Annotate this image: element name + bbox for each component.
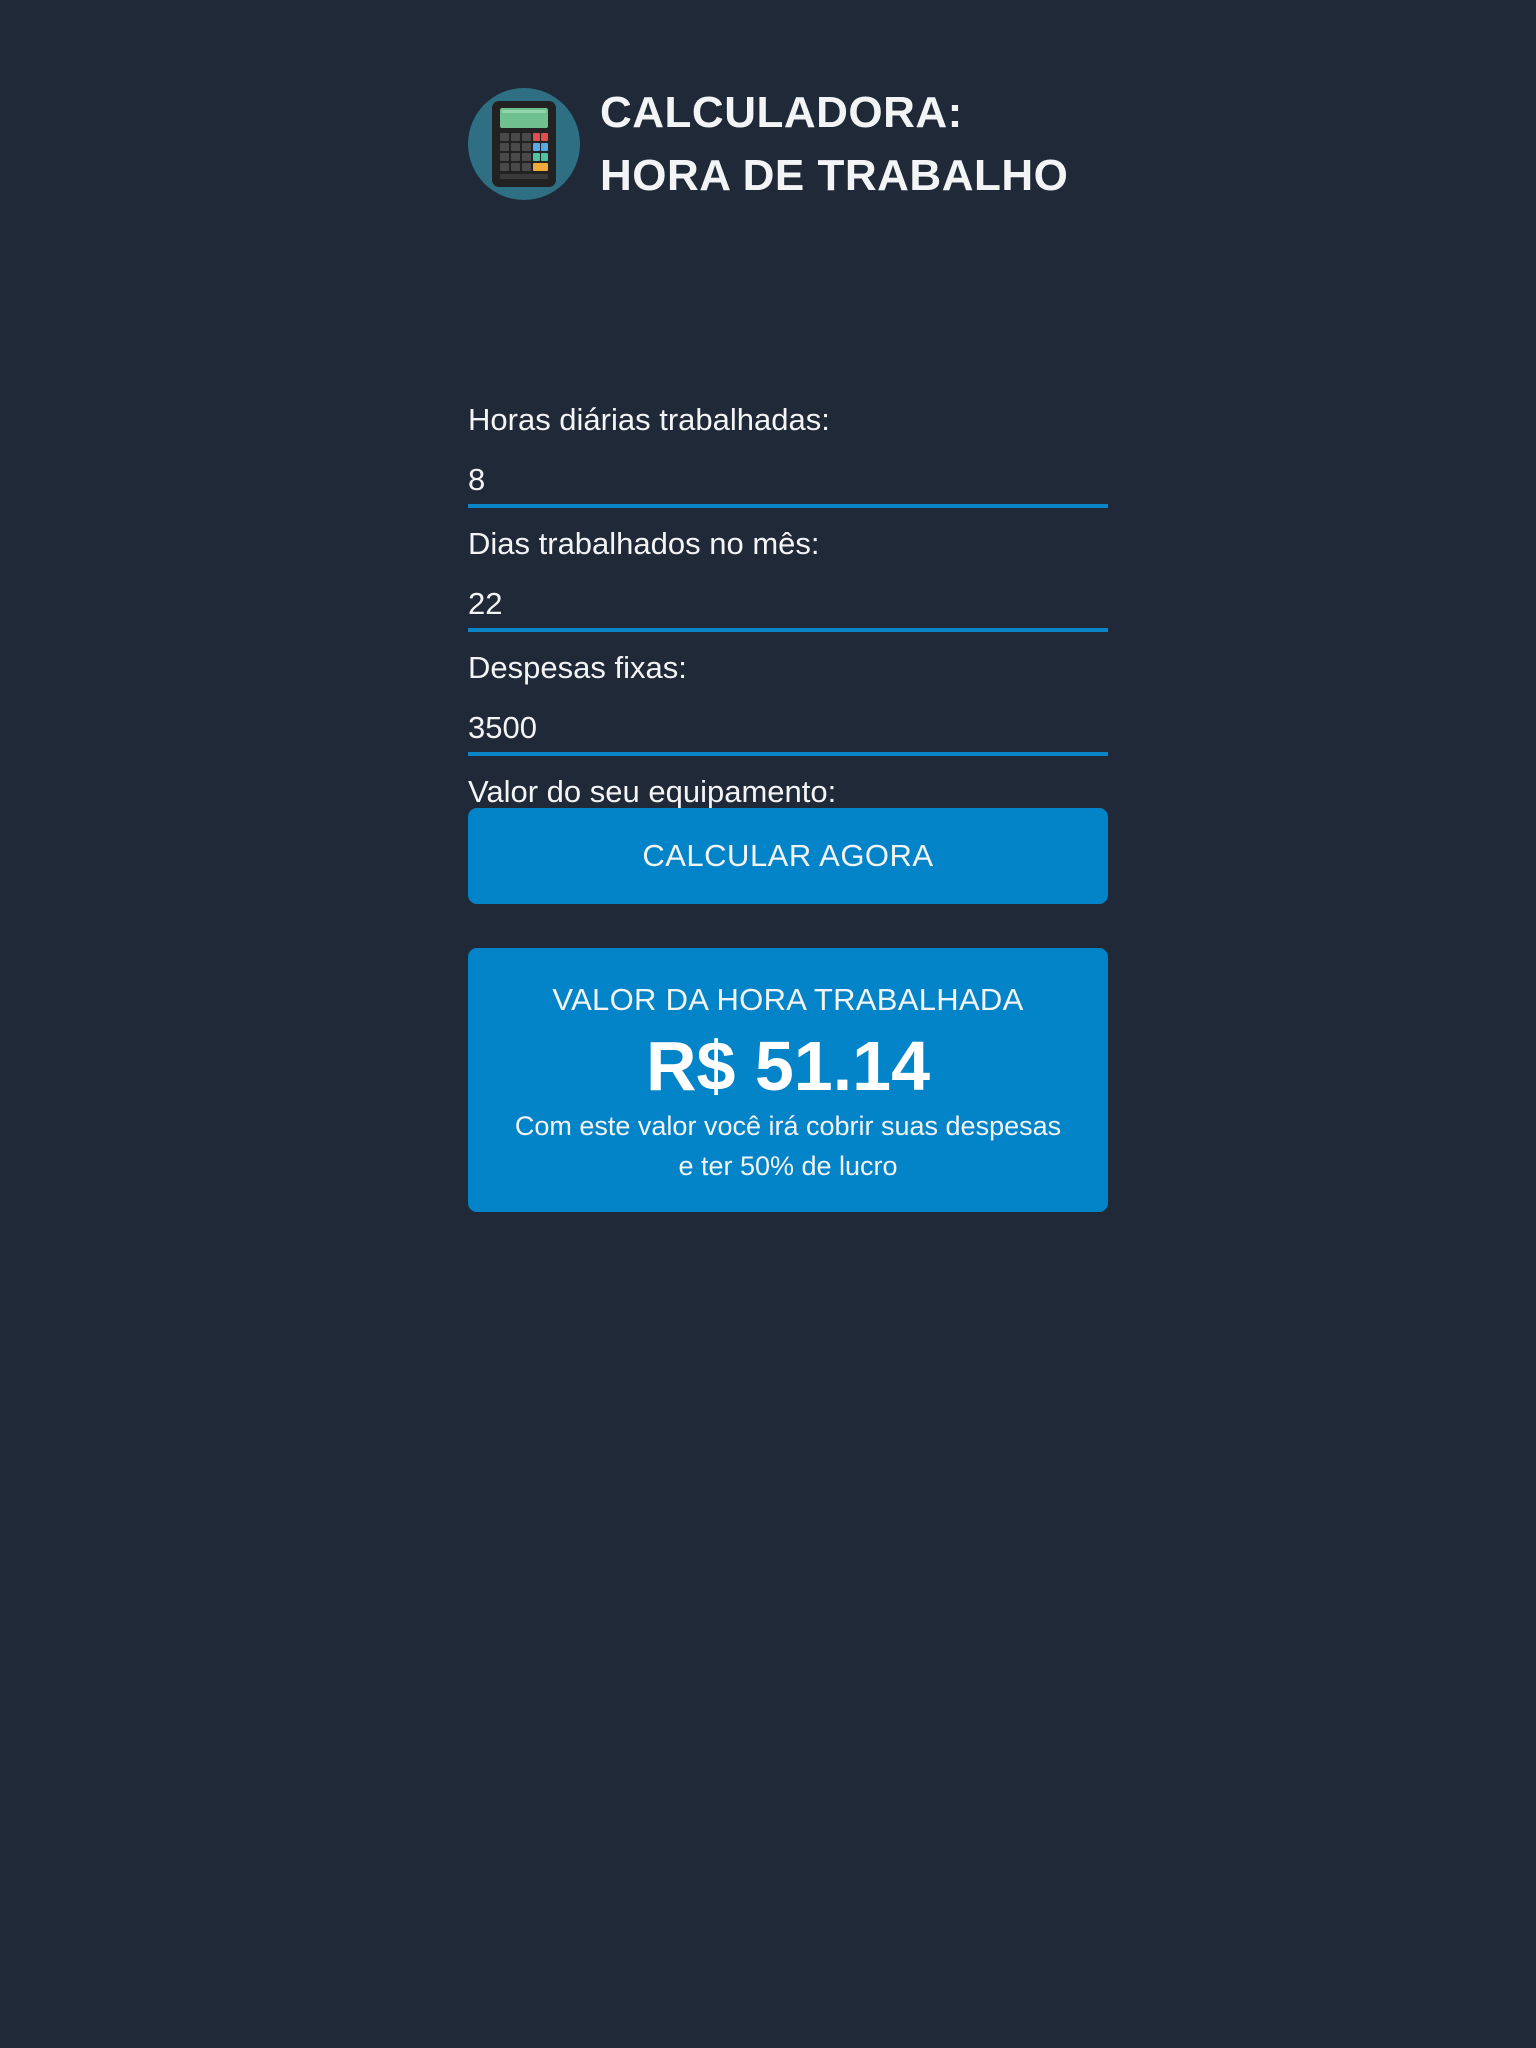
page-title: CALCULADORA: HORA DE TRABALHO — [600, 81, 1068, 207]
calculator-app: CALCULADORA: HORA DE TRABALHO Horas diár… — [468, 88, 1108, 880]
page-title-line-2: HORA DE TRABALHO — [600, 151, 1069, 200]
result-note: Com este valor você irá cobrir suas desp… — [514, 1111, 1062, 1181]
page-title-line-1: CALCULADORA: — [600, 88, 963, 137]
calculator-icon — [468, 88, 580, 200]
daily-hours-input[interactable] — [468, 456, 1108, 508]
daily-hours-label: Horas diárias trabalhadas: — [468, 402, 830, 437]
equipment-value-label: Valor do seu equipamento: — [468, 774, 837, 809]
days-worked-input[interactable] — [468, 580, 1108, 632]
calculator-icon-graphic — [492, 101, 556, 187]
field-daily-hours: Horas diárias trabalhadas: — [468, 402, 1108, 508]
fixed-expenses-input[interactable] — [468, 704, 1108, 756]
result-value: R$ 51.14 — [645, 1027, 931, 1105]
days-worked-label: Dias trabalhados no mês: — [468, 526, 820, 561]
header: CALCULADORA: HORA DE TRABALHO — [468, 88, 1108, 200]
fixed-expenses-label: Despesas fixas: — [468, 650, 687, 685]
field-fixed-expenses: Despesas fixas: — [468, 650, 1108, 756]
result-title: VALOR DA HORA TRABALHADA — [552, 982, 1024, 1017]
result-card: VALOR DA HORA TRABALHADA R$ 51.14 Com es… — [468, 948, 1108, 1212]
calculate-button[interactable]: CALCULAR AGORA — [468, 808, 1108, 904]
field-days-worked: Dias trabalhados no mês: — [468, 526, 1108, 632]
